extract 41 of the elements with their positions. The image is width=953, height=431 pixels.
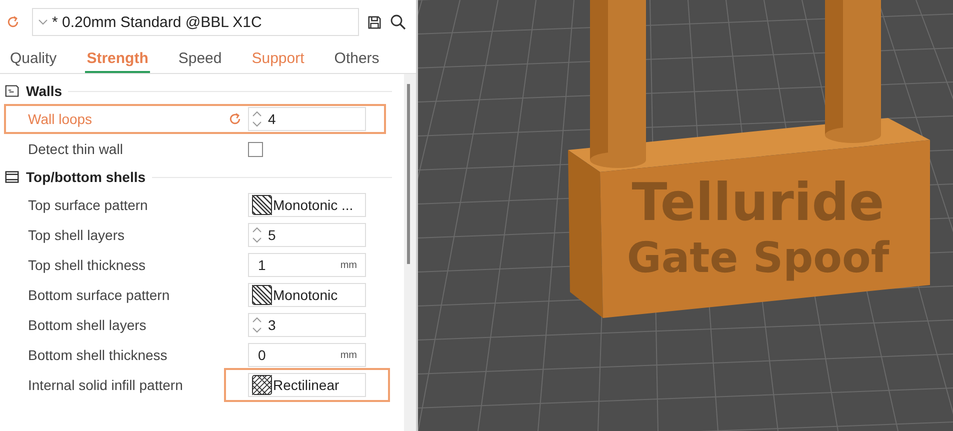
checkbox[interactable] (248, 142, 263, 156)
save-icon[interactable] (367, 14, 382, 30)
spin-arrows-icon[interactable] (252, 109, 262, 129)
crosshatch-icon (252, 375, 272, 395)
pattern-dropdown[interactable]: Rectilinear (248, 373, 366, 397)
model-drawing[interactable] (568, 0, 930, 318)
pattern-dropdown[interactable]: Monotonic (248, 283, 366, 307)
model-text: Telluride (632, 173, 884, 233)
model-text: Gate Spoof (626, 233, 890, 282)
preset-dropdown[interactable]: * 0.20mm Standard @BBL X1C (32, 8, 359, 36)
spin-arrows-icon[interactable] (252, 315, 262, 335)
group-heading: Walls (26, 83, 62, 99)
reset-icon[interactable] (6, 15, 20, 29)
number-field[interactable]: 0 mm (248, 343, 366, 367)
diagonal-lines-icon (252, 195, 272, 215)
scrollbar-thumb[interactable] (407, 84, 410, 264)
option-label: Detect thin wall (28, 141, 124, 157)
option-label: Internal solid infill pattern (28, 377, 184, 393)
option-label: Bottom surface pattern (28, 287, 171, 303)
layers-icon (4, 170, 20, 184)
number-field[interactable]: 1 mm (248, 253, 366, 277)
settings-tab[interactable]: Others (332, 46, 382, 73)
settings-tab[interactable]: Quality (8, 46, 59, 73)
option-label: Bottom shell layers (28, 317, 148, 333)
settings-tab[interactable]: Speed (176, 46, 224, 73)
group-heading: Top/bottom shells (26, 169, 146, 185)
search-icon[interactable] (390, 14, 406, 30)
pattern-dropdown[interactable]: Monotonic ... (248, 193, 366, 217)
option-label: Bottom shell thickness (28, 347, 168, 363)
spin-field[interactable]: 3 (248, 313, 366, 337)
option-label: Top shell layers (28, 227, 126, 243)
diagonal-lines-icon (252, 285, 272, 305)
spin-arrows-icon[interactable] (252, 225, 262, 245)
reset-icon[interactable] (228, 112, 242, 126)
option-label: Top shell thickness (28, 257, 147, 273)
spin-field[interactable]: 5 (248, 223, 366, 247)
spin-field[interactable]: 4 (248, 107, 366, 131)
walls-icon (4, 84, 20, 98)
caret-icon (38, 19, 48, 25)
option-label: Wall loops (28, 111, 94, 127)
option-label: Top surface pattern (28, 197, 149, 213)
